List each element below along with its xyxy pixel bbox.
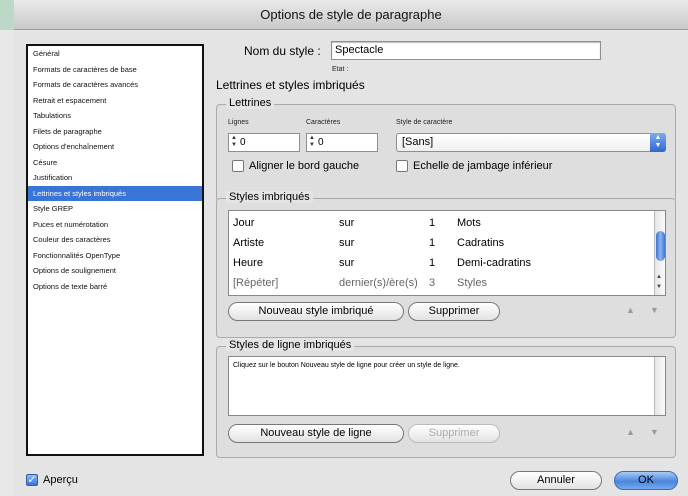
cell-style: [Répéter] (233, 277, 279, 289)
cell-count: 1 (429, 217, 436, 229)
characters-label: Caractères (306, 119, 341, 126)
char-style-label: Style de caractère (396, 119, 453, 126)
cell-count: 3 (429, 277, 436, 289)
sidebar-item[interactable]: Options de texte barré (28, 279, 202, 295)
table-row[interactable]: Artiste sur 1 Cadratins (229, 234, 665, 253)
state-label: Etat : (332, 66, 349, 73)
cell-unit: Demi-cadratins (457, 257, 531, 269)
triangle-up-icon: ▲ (626, 427, 635, 437)
sidebar-item[interactable]: Options d'enchaînement (28, 139, 202, 155)
char-style-value: [Sans] (402, 136, 434, 148)
dialog-window: Général Formats de caractères de base Form… (14, 30, 688, 496)
delete-nested-style-button[interactable]: Supprimer (408, 302, 500, 321)
sidebar-item[interactable]: Tabulations (28, 108, 202, 124)
sidebar-item[interactable]: Filets de paragraphe (28, 124, 202, 140)
characters-value: 0 (318, 137, 324, 148)
nested-styles-title: Styles imbriqués (226, 191, 313, 203)
descender-checkbox[interactable]: Echelle de jambage inférieur (396, 160, 552, 173)
scroll-down-arrow-icon[interactable]: ▼ (656, 284, 662, 290)
sidebar-item[interactable]: Césure (28, 155, 202, 171)
delete-line-style-button: Supprimer (408, 424, 500, 443)
cell-count: 1 (429, 257, 436, 269)
sidebar-item[interactable]: Formats de caractères de base (28, 62, 202, 78)
checkbox-box[interactable] (396, 160, 408, 172)
triangle-up-icon[interactable]: ▲ (626, 305, 635, 315)
line-styles-table[interactable]: Cliquez sur le bouton Nouveau style de l… (228, 356, 666, 416)
triangle-down-icon: ▼ (650, 427, 659, 437)
scroll-up-arrow-icon[interactable]: ▲ (656, 274, 662, 280)
sidebar-item[interactable]: Couleur des caractères (28, 232, 202, 248)
line-styles-hint: Cliquez sur le bouton Nouveau style de l… (233, 362, 460, 369)
nested-styles-table[interactable]: Jour sur 1 Mots Artiste sur 1 Cadratins Heure sur… (228, 210, 666, 296)
cell-unit: Styles (457, 277, 487, 289)
cell-over: sur (339, 237, 355, 249)
align-left-label: Aligner le bord gauche (249, 160, 360, 172)
ok-button[interactable]: OK (614, 471, 678, 490)
new-line-style-button[interactable]: Nouveau style de ligne (228, 424, 404, 443)
sidebar-item[interactable]: Général (28, 46, 202, 62)
window-title: Options de style de paragraphe (14, 0, 688, 30)
preview-label: Aperçu (43, 474, 78, 486)
table-row[interactable]: Heure sur 1 Demi-cadratins (229, 254, 665, 273)
cell-style: Artiste (233, 237, 265, 249)
style-name-label: Nom du style : (244, 44, 321, 58)
chevron-updown-icon: ▲ ▼ (650, 133, 666, 152)
nested-styles-scrollbar[interactable]: ▲ ▼ (654, 211, 665, 295)
cell-style: Jour (233, 217, 255, 229)
cancel-button[interactable]: Annuler (510, 471, 602, 490)
sidebar-item[interactable]: Justification (28, 170, 202, 186)
cell-style: Heure (233, 257, 263, 269)
cell-over: dernier(s)/ère(s) (339, 277, 418, 289)
section-title: Lettrines et styles imbriqués (216, 78, 365, 92)
scroll-thumb[interactable] (656, 231, 665, 261)
category-list[interactable]: Général Formats de caractères de base Form… (26, 44, 204, 456)
stepper-arrows-icon[interactable]: ▲ ▼ (231, 135, 237, 149)
cell-unit: Mots (457, 217, 481, 229)
char-style-select[interactable]: [Sans] ▲ ▼ (396, 133, 666, 152)
sidebar-item[interactable]: Lettrines et styles imbriqués (28, 185, 202, 201)
preview-checkbox[interactable]: ✓ Aperçu (26, 474, 78, 487)
characters-stepper[interactable]: ▲ ▼ 0 (306, 133, 378, 152)
triangle-down-icon[interactable]: ▼ (650, 305, 659, 315)
checkbox-box[interactable] (232, 160, 244, 172)
sidebar-item[interactable]: Formats de caractères avancés (28, 77, 202, 93)
descender-label: Echelle de jambage inférieur (413, 160, 553, 172)
lines-stepper[interactable]: ▲ ▼ 0 (228, 133, 300, 152)
cell-over: sur (339, 257, 355, 269)
line-styles-scrollbar[interactable] (654, 357, 665, 415)
cell-count: 1 (429, 237, 436, 249)
sidebar-item[interactable]: Fonctionnalités OpenType (28, 248, 202, 264)
align-left-checkbox[interactable]: Aligner le bord gauche (232, 160, 359, 173)
sidebar-item[interactable]: Puces et numérotation (28, 217, 202, 233)
table-row[interactable]: Jour sur 1 Mots (229, 214, 665, 233)
lines-label: Lignes (228, 119, 249, 126)
cell-over: sur (339, 217, 355, 229)
sidebar-item[interactable]: Retrait et espacement (28, 93, 202, 109)
checkmark-icon[interactable]: ✓ (26, 474, 38, 486)
new-nested-style-button[interactable]: Nouveau style imbriqué (228, 302, 404, 321)
drop-caps-title: Lettrines (226, 97, 275, 109)
stepper-arrows-icon[interactable]: ▲ ▼ (309, 135, 315, 149)
sidebar-item[interactable]: Style GREP (28, 201, 202, 217)
style-name-input[interactable]: Spectacle (331, 41, 601, 60)
cell-unit: Cadratins (457, 237, 505, 249)
sidebar-item[interactable]: Options de soulignement (28, 263, 202, 279)
table-row[interactable]: [Répéter] dernier(s)/ère(s) 3 Styles (229, 274, 665, 293)
line-styles-title: Styles de ligne imbriqués (226, 339, 355, 351)
lines-value: 0 (240, 137, 246, 148)
